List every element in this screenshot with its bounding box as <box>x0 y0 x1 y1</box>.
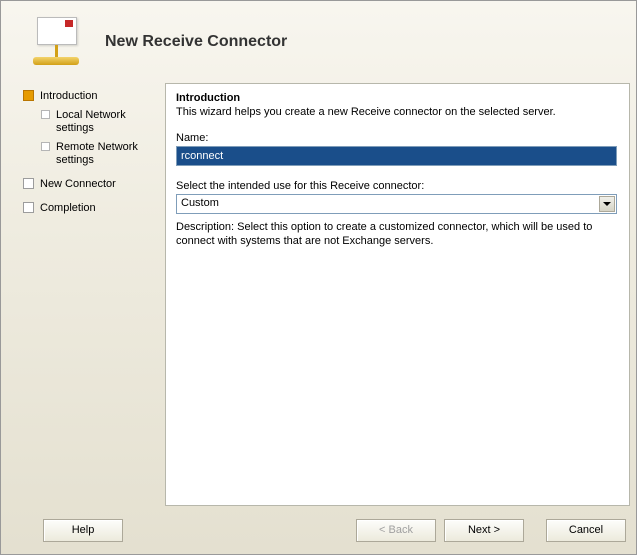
next-button[interactable]: Next > <box>444 519 524 542</box>
use-label: Select the intended use for this Receive… <box>176 180 617 192</box>
step-completion[interactable]: Completion <box>23 201 159 215</box>
substep-label: Local Network settings <box>56 109 159 135</box>
name-input[interactable] <box>176 146 617 166</box>
wizard-content: Introduction This wizard helps you creat… <box>165 83 630 506</box>
step-new-connector[interactable]: New Connector <box>23 177 159 191</box>
wizard-title: New Receive Connector <box>105 33 287 51</box>
use-select-value: Custom <box>176 194 617 214</box>
substep-local-network[interactable]: Local Network settings <box>41 109 159 135</box>
content-intro: This wizard helps you create a new Recei… <box>176 106 617 118</box>
wizard-header: New Receive Connector <box>1 1 636 79</box>
substep-remote-network[interactable]: Remote Network settings <box>41 141 159 167</box>
wizard-sidebar: Introduction Local Network settings Remo… <box>1 83 165 506</box>
wizard-window: New Receive Connector Introduction Local… <box>0 0 637 555</box>
name-label: Name: <box>176 132 617 144</box>
step-indicator-icon <box>23 202 34 213</box>
cancel-button[interactable]: Cancel <box>546 519 626 542</box>
substep-indicator-icon <box>41 142 50 151</box>
step-indicator-icon <box>23 178 34 189</box>
help-button[interactable]: Help <box>43 519 123 542</box>
wizard-footer: Help < Back Next > Cancel <box>1 506 636 554</box>
step-introduction[interactable]: Introduction <box>23 89 159 103</box>
chevron-down-icon[interactable] <box>599 196 615 212</box>
wizard-body: Introduction Local Network settings Remo… <box>1 83 636 506</box>
step-label: Introduction <box>40 89 97 103</box>
use-select[interactable]: Custom <box>176 194 617 214</box>
connector-banner-icon <box>29 15 89 69</box>
substep-label: Remote Network settings <box>56 141 159 167</box>
content-heading: Introduction <box>176 92 617 104</box>
use-description: Description: Select this option to creat… <box>176 220 617 248</box>
substeps-introduction: Local Network settings Remote Network se… <box>41 109 159 167</box>
step-label: Completion <box>40 201 96 215</box>
back-button: < Back <box>356 519 436 542</box>
step-indicator-icon <box>23 90 34 101</box>
step-label: New Connector <box>40 177 116 191</box>
substep-indicator-icon <box>41 110 50 119</box>
